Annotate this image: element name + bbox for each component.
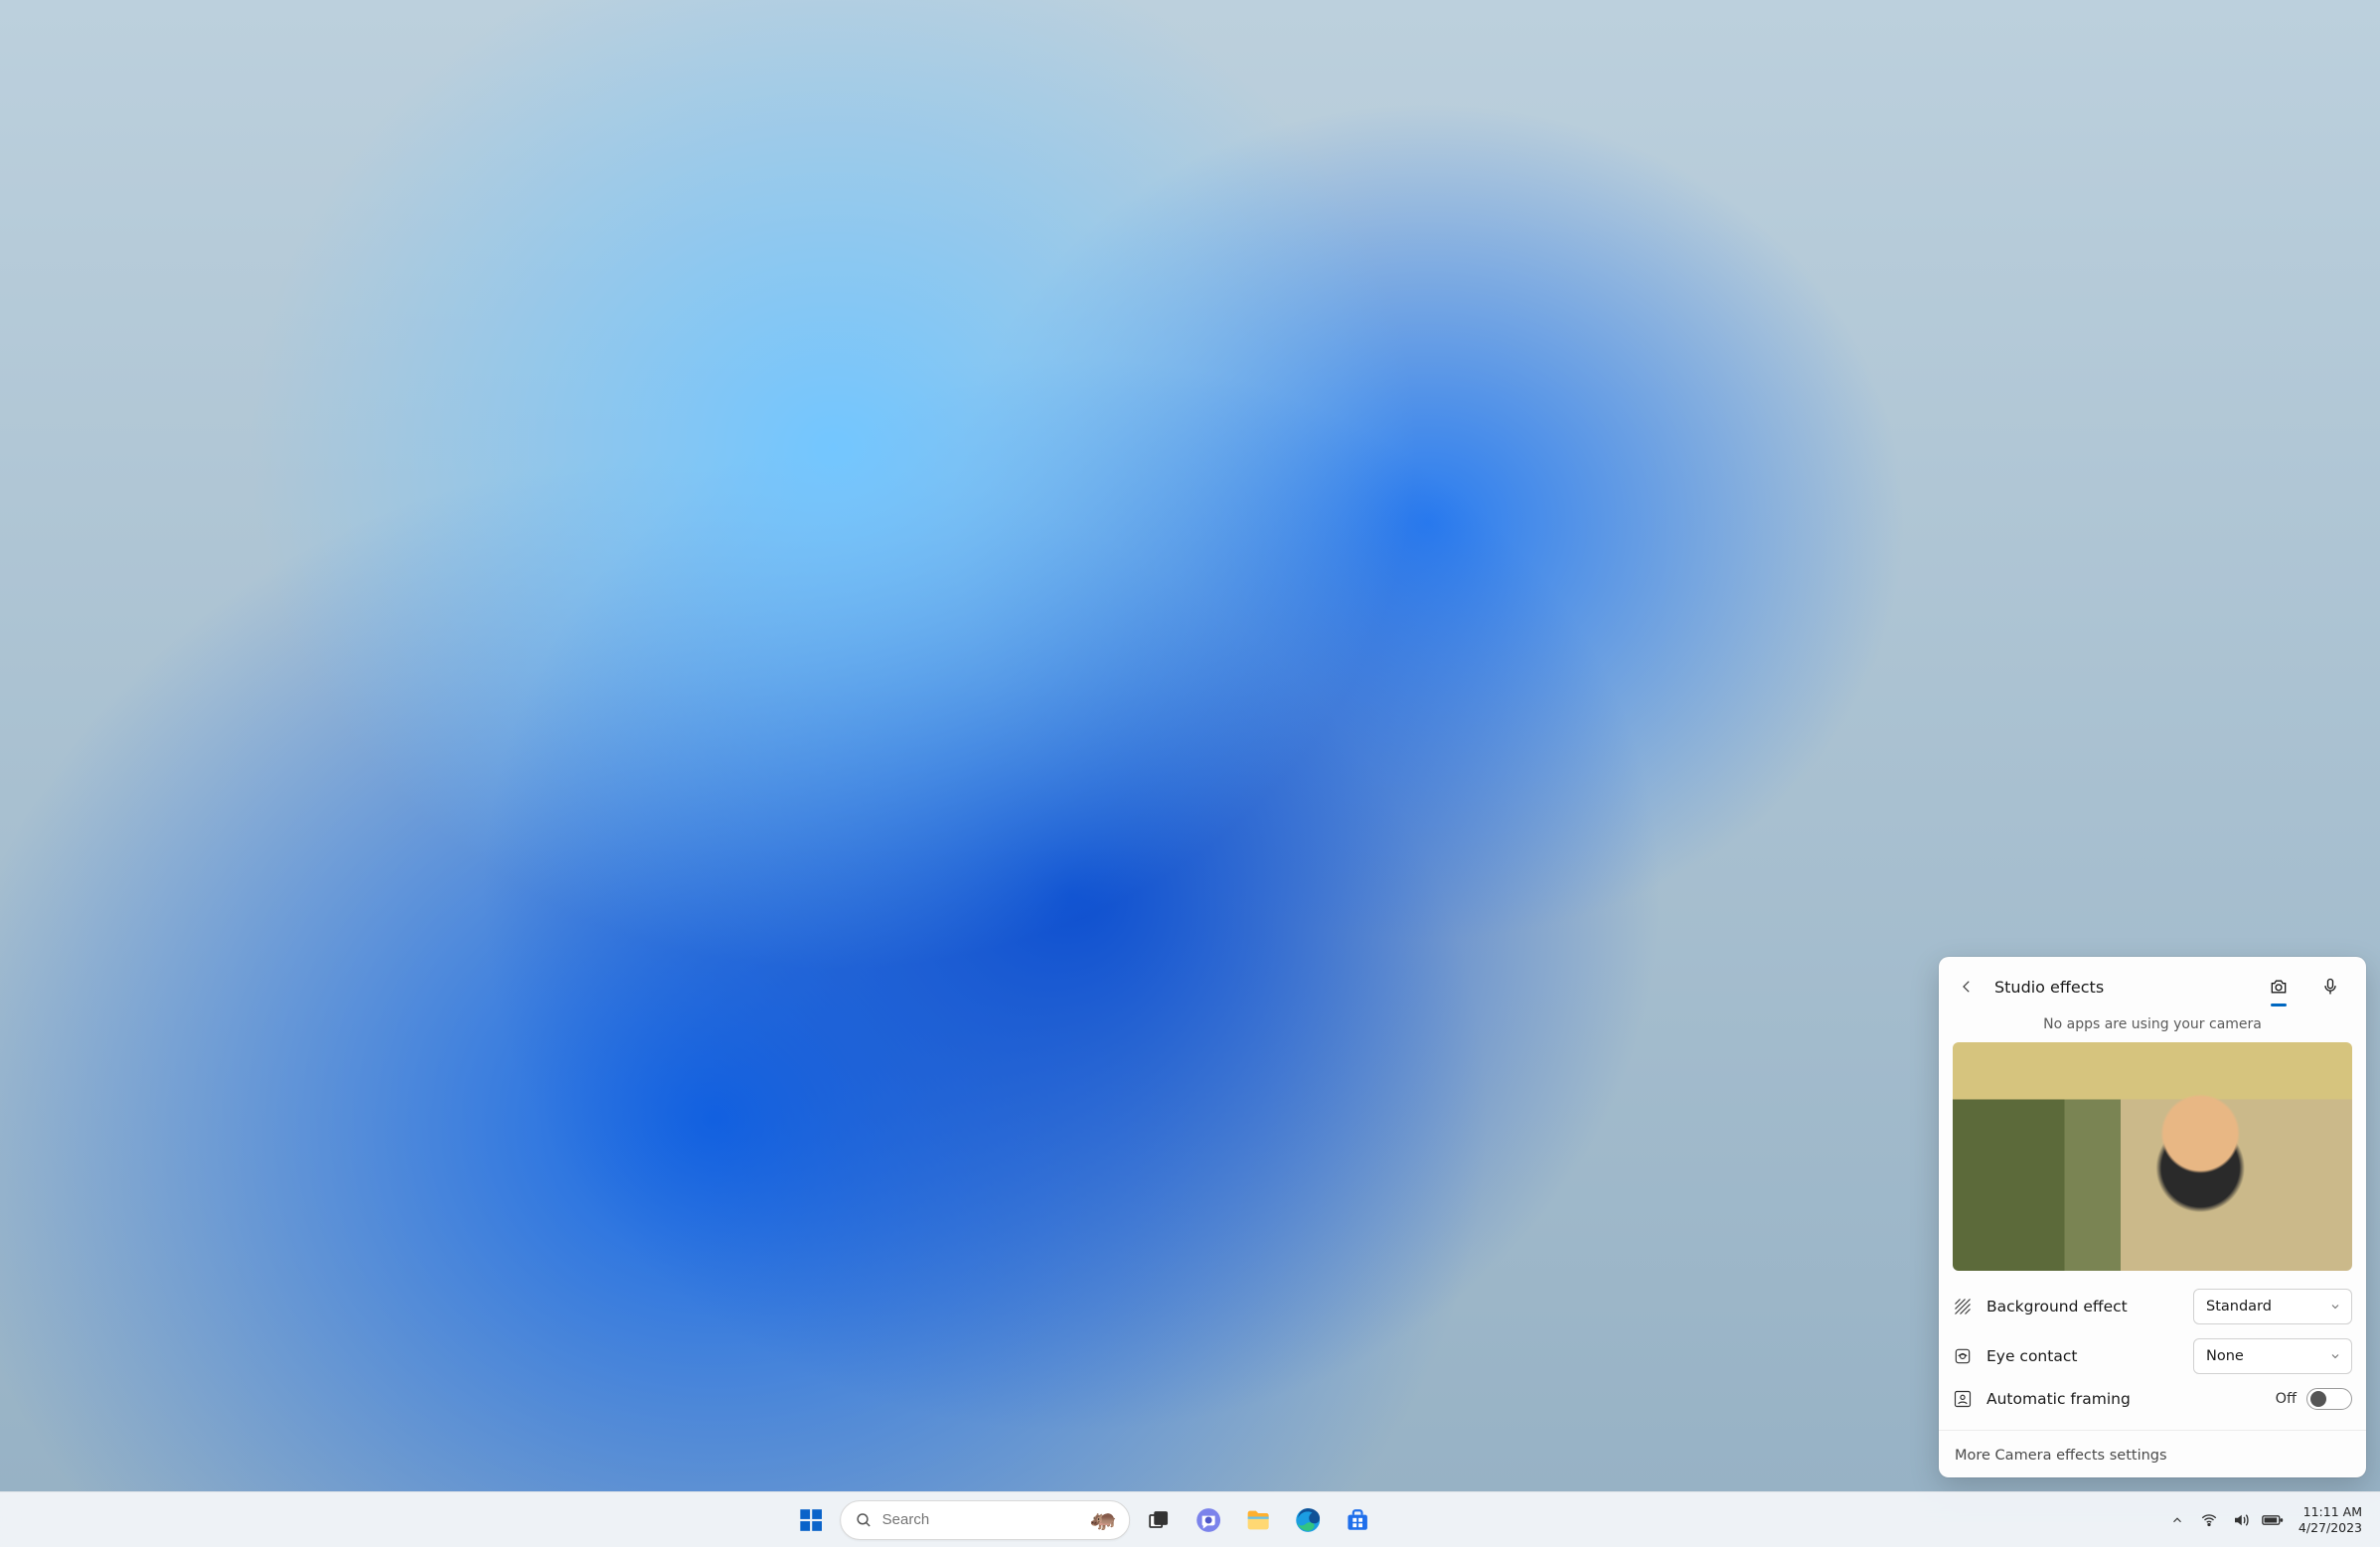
- chevron-down-icon: [2329, 1301, 2341, 1313]
- desktop-wallpaper[interactable]: Studio effects No apps are using your ca…: [0, 0, 2380, 1491]
- volume-icon: [2232, 1511, 2250, 1529]
- automatic-framing-state: Off: [2276, 1391, 2297, 1407]
- automatic-framing-label: Automatic framing: [1986, 1390, 2262, 1408]
- chevron-down-icon: [2329, 1350, 2341, 1362]
- automatic-framing-toggle[interactable]: [2306, 1388, 2352, 1410]
- tab-camera[interactable]: [2259, 969, 2299, 1005]
- row-background-effect: Background effect Standard: [1953, 1289, 2352, 1324]
- background-effect-icon: [1953, 1297, 1973, 1316]
- flyout-header: Studio effects: [1939, 957, 2366, 1012]
- chevron-up-icon: [2170, 1513, 2184, 1527]
- automatic-framing-control: Off: [2276, 1388, 2352, 1410]
- wifi-icon: [2200, 1511, 2218, 1529]
- eye-contact-label: Eye contact: [1986, 1347, 2179, 1365]
- windows-icon: [798, 1507, 824, 1533]
- microphone-icon: [2320, 977, 2340, 997]
- chat-icon: [1195, 1507, 1221, 1533]
- start-button[interactable]: [790, 1499, 832, 1541]
- taskbar-center: 🦛: [790, 1499, 1378, 1541]
- eye-contact-icon: [1953, 1346, 1973, 1366]
- search-input[interactable]: [880, 1510, 1082, 1529]
- tab-microphone[interactable]: [2310, 969, 2350, 1005]
- background-effect-label: Background effect: [1986, 1298, 2179, 1315]
- row-eye-contact: Eye contact None: [1953, 1338, 2352, 1374]
- back-button[interactable]: [1951, 971, 1983, 1003]
- row-automatic-framing: Automatic framing Off: [1953, 1388, 2352, 1410]
- camera-status-text: No apps are using your camera: [1939, 1012, 2366, 1042]
- taskbar-app-store[interactable]: [1337, 1499, 1378, 1541]
- arrow-left-icon: [1958, 978, 1976, 996]
- eye-contact-value: None: [2206, 1348, 2244, 1364]
- eye-contact-select[interactable]: None: [2193, 1338, 2352, 1374]
- clock-date: 4/27/2023: [2299, 1520, 2362, 1536]
- taskbar: 🦛 11:11 AM 4/27/2: [0, 1491, 2380, 1547]
- flyout-title: Studio effects: [1994, 978, 2247, 997]
- taskbar-app-explorer[interactable]: [1237, 1499, 1279, 1541]
- taskbar-app-chat[interactable]: [1188, 1499, 1229, 1541]
- clock-time: 11:11 AM: [2299, 1504, 2362, 1520]
- folder-icon: [1244, 1506, 1272, 1534]
- edge-icon: [1295, 1507, 1321, 1533]
- tray-overflow[interactable]: [2163, 1499, 2191, 1541]
- task-view-button[interactable]: [1138, 1499, 1180, 1541]
- more-camera-effects-link[interactable]: More Camera effects settings: [1955, 1448, 2167, 1464]
- task-view-icon: [1147, 1508, 1171, 1532]
- battery-icon: [2262, 1511, 2284, 1529]
- flyout-footer: More Camera effects settings: [1939, 1430, 2366, 1477]
- camera-preview: [1953, 1042, 2352, 1271]
- system-tray: 11:11 AM 4/27/2023: [2163, 1499, 2370, 1541]
- taskbar-search[interactable]: 🦛: [840, 1500, 1130, 1540]
- tray-battery[interactable]: [2259, 1499, 2287, 1541]
- store-icon: [1345, 1507, 1370, 1533]
- background-effect-value: Standard: [2206, 1299, 2272, 1315]
- settings-list: Background effect Standard Eye contact N…: [1939, 1271, 2366, 1420]
- background-effect-select[interactable]: Standard: [2193, 1289, 2352, 1324]
- studio-effects-flyout: Studio effects No apps are using your ca…: [1939, 957, 2366, 1477]
- camera-icon: [2269, 977, 2289, 997]
- taskbar-clock[interactable]: 11:11 AM 4/27/2023: [2291, 1504, 2370, 1535]
- automatic-framing-icon: [1953, 1389, 1973, 1409]
- tray-wifi[interactable]: [2195, 1499, 2223, 1541]
- tray-volume[interactable]: [2227, 1499, 2255, 1541]
- search-icon: [855, 1511, 873, 1529]
- taskbar-app-edge[interactable]: [1287, 1499, 1329, 1541]
- search-highlight-emoji: 🦛: [1090, 1507, 1117, 1532]
